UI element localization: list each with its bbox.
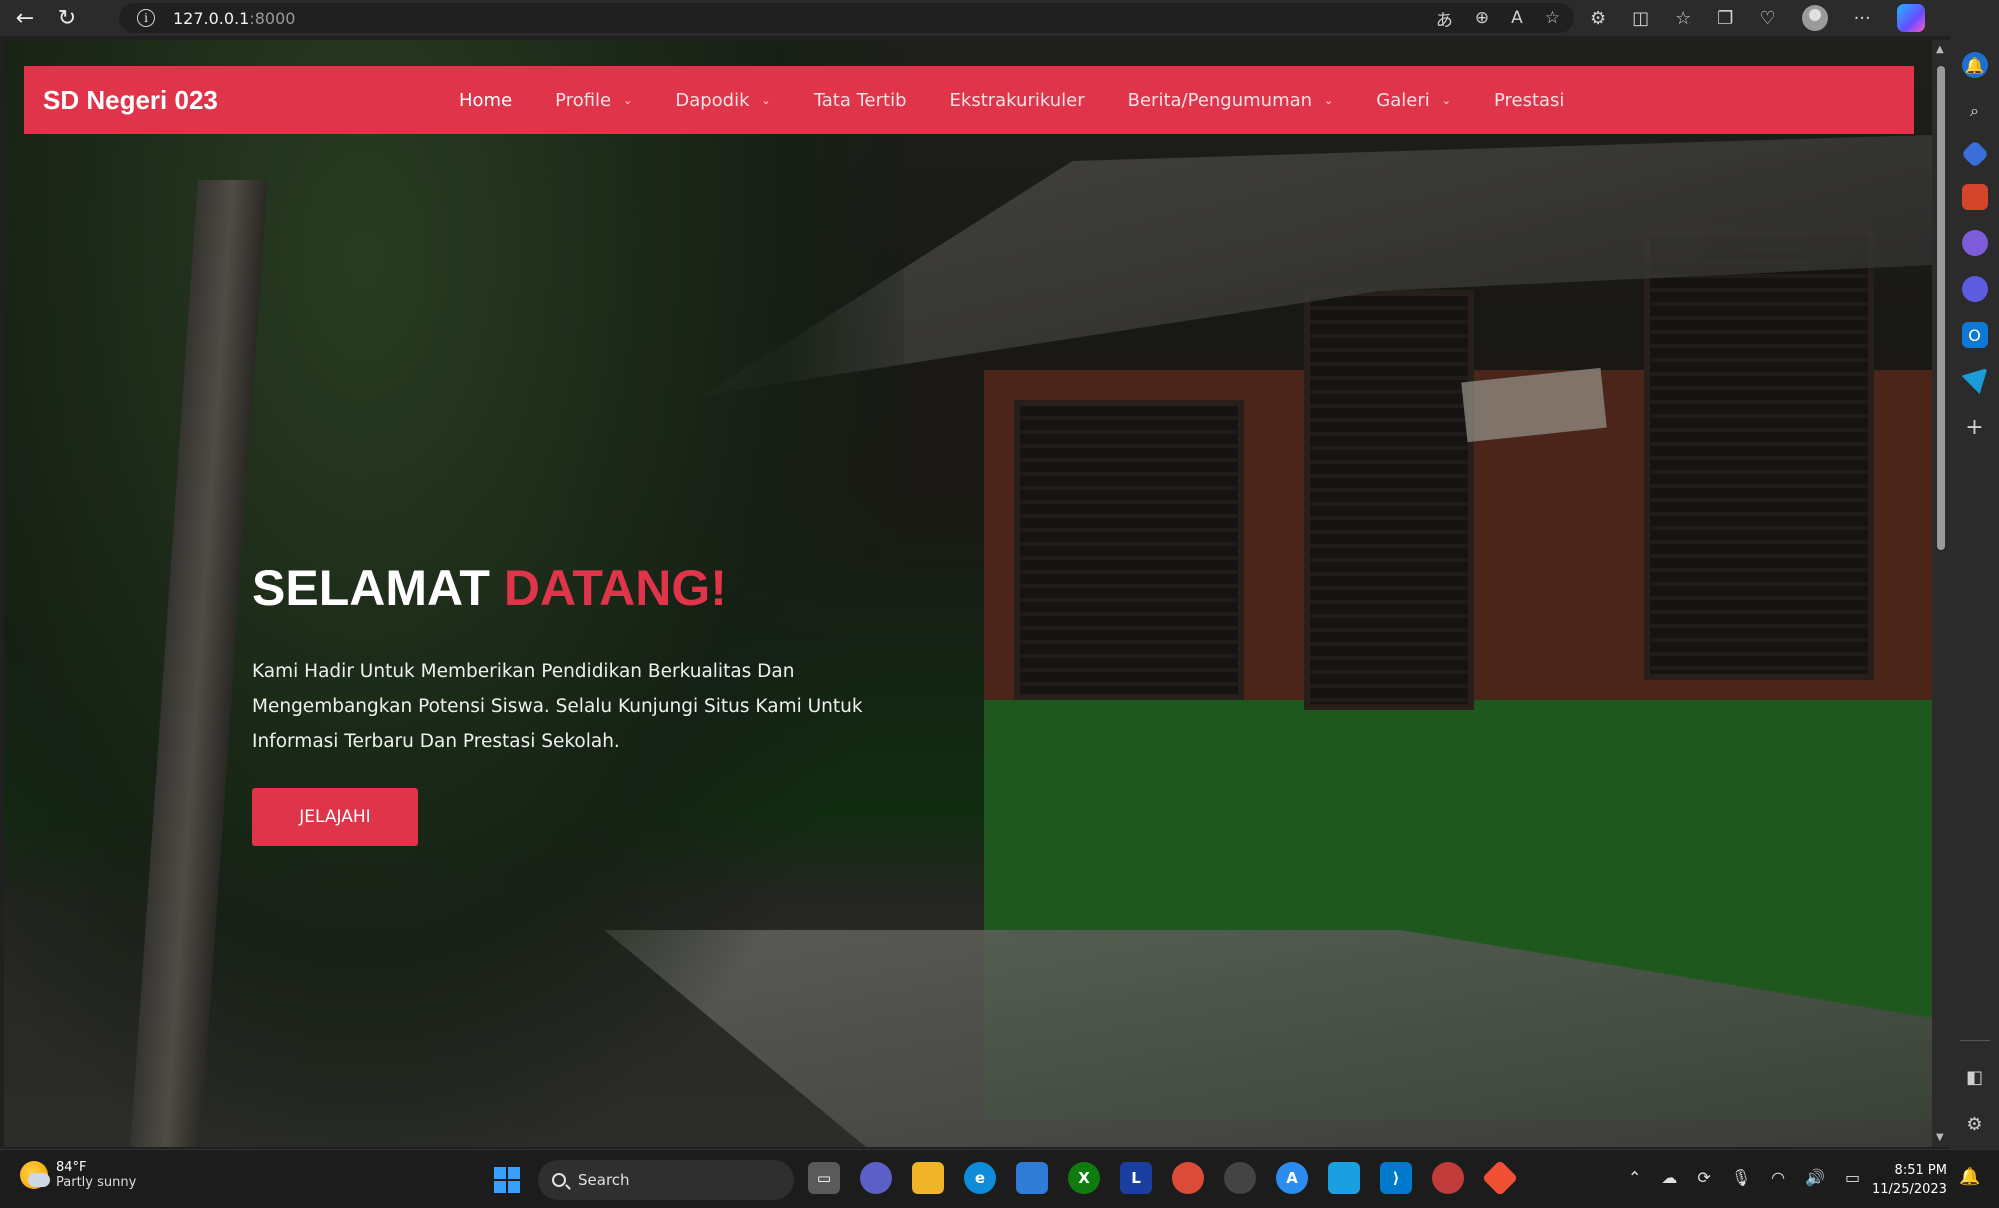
hero-description: Kami Hadir Untuk Memberikan Pendidikan B…	[252, 661, 863, 752]
taskbar-clock[interactable]: 8:51 PM 11/25/2023	[1872, 1161, 1947, 1199]
app-a-icon[interactable]: A	[1276, 1162, 1308, 1194]
sidebar-toggle-icon[interactable]: ◧	[1966, 1067, 1983, 1088]
scroll-down-icon[interactable]: ▼	[1936, 1132, 1944, 1143]
search-icon[interactable]: ⌕	[1962, 98, 1988, 124]
nav-item-dapodik[interactable]: Dapodik ⌄	[675, 90, 770, 111]
site-info-icon[interactable]: i	[137, 9, 155, 27]
shopping-icon[interactable]	[1960, 139, 1989, 169]
task-view-icon[interactable]: ▭	[808, 1162, 840, 1194]
search-label: Search	[578, 1171, 630, 1189]
chrome-icon[interactable]	[1172, 1162, 1204, 1194]
sync-icon[interactable]: ⟳	[1697, 1168, 1710, 1187]
read-aloud-icon[interactable]: A	[1511, 8, 1523, 28]
split-screen-icon[interactable]: ◫	[1632, 8, 1649, 29]
file-explorer-icon[interactable]	[912, 1162, 944, 1194]
copilot-icon[interactable]	[1896, 4, 1925, 32]
favorites-icon[interactable]: ☆	[1675, 8, 1691, 29]
nav-menu: Home Profile ⌄ Dapodik ⌄ Tata Tertib Ekstr…	[459, 66, 1607, 134]
office-icon[interactable]	[1961, 276, 1988, 302]
scroll-up-icon[interactable]: ▲	[1936, 44, 1944, 55]
explore-button[interactable]: JELAJAHI	[252, 788, 418, 846]
nav-item-profile[interactable]: Profile ⌄	[555, 90, 632, 111]
settings-gear-icon[interactable]: ⚙	[1966, 1114, 1982, 1135]
nav-item-prestasi[interactable]: Prestasi	[1494, 90, 1564, 111]
windows-taskbar: 84°F Partly sunny Search ▭ e X L A ⟩ ⌃ ☁…	[0, 1149, 1999, 1208]
app-blue-icon[interactable]	[1328, 1162, 1360, 1194]
taskbar-apps: ▭ e X L A ⟩	[808, 1159, 1519, 1197]
scrollbar-thumb[interactable]	[1937, 66, 1945, 550]
notification-bell-icon[interactable]: 🔔	[1959, 1167, 1980, 1187]
browser-toolbar: ← ↻ i 127.0.0.1:8000 あ ⊕ A ☆ ⚙ ◫ ☆ ❐ ♡ ·…	[0, 0, 1999, 36]
back-icon[interactable]: ←	[8, 3, 42, 33]
partly-sunny-icon	[20, 1161, 50, 1189]
l-app-icon[interactable]: L	[1120, 1162, 1152, 1194]
nav-item-tata-tertib[interactable]: Tata Tertib	[814, 90, 907, 111]
search-icon	[552, 1173, 566, 1187]
games-icon[interactable]	[1961, 230, 1988, 256]
url-port: :8000	[249, 8, 296, 28]
chrome-profile-icon[interactable]	[1432, 1162, 1464, 1194]
extensions-icon[interactable]: ⚙	[1590, 8, 1606, 29]
vscode-icon[interactable]: ⟩	[1380, 1162, 1412, 1194]
chevron-down-icon: ⌄	[1441, 93, 1451, 107]
weather-description: Partly sunny	[56, 1175, 137, 1190]
add-icon[interactable]: +	[1962, 414, 1988, 440]
favorite-star-icon[interactable]: ☆	[1545, 8, 1560, 28]
teams-icon[interactable]	[860, 1162, 892, 1194]
xbox-icon[interactable]: X	[1068, 1162, 1100, 1194]
windows-start-icon[interactable]	[494, 1167, 520, 1193]
nav-item-galeri[interactable]: Galeri ⌄	[1376, 90, 1451, 111]
refresh-icon[interactable]: ↻	[50, 3, 84, 33]
chevron-down-icon: ⌄	[623, 93, 633, 107]
page-scrollbar[interactable]: ▲ ▼	[1932, 40, 1950, 1147]
url-host: 127.0.0.1	[173, 8, 250, 28]
more-options-icon[interactable]: ···	[1854, 8, 1871, 29]
weather-widget[interactable]: 84°F Partly sunny	[20, 1160, 136, 1190]
translate-icon[interactable]: あ	[1436, 6, 1453, 31]
notifications-icon[interactable]: 🔔	[1961, 52, 1988, 78]
collections-icon[interactable]: ❐	[1717, 8, 1733, 29]
battery-icon[interactable]: ▭	[1845, 1168, 1860, 1187]
volume-icon[interactable]: 🔊	[1805, 1168, 1825, 1187]
drop-icon[interactable]	[1961, 368, 1988, 394]
tools-icon[interactable]	[1961, 184, 1988, 210]
wifi-icon[interactable]: ◠	[1771, 1168, 1785, 1187]
weather-temperature: 84°F	[56, 1160, 87, 1175]
address-bar[interactable]: i 127.0.0.1:8000 あ ⊕ A ☆	[119, 3, 1574, 33]
hero-title: SELAMAT DATANG!	[252, 560, 727, 616]
git-icon[interactable]	[1481, 1159, 1519, 1197]
obs-icon[interactable]	[1224, 1162, 1256, 1194]
onedrive-icon[interactable]: ☁	[1661, 1168, 1677, 1187]
taskbar-search[interactable]: Search	[538, 1160, 794, 1200]
profile-avatar[interactable]	[1801, 5, 1828, 31]
chevron-down-icon: ⌄	[761, 93, 771, 107]
outlook-icon[interactable]: O	[1961, 322, 1988, 348]
chevron-down-icon: ⌄	[1324, 93, 1334, 107]
browser-essentials-icon[interactable]: ♡	[1759, 8, 1775, 29]
browser-sidebar: 🔔 ⌕ O + ◧ ⚙	[1950, 36, 1999, 1149]
system-tray: ⌃ ☁ ⟳ 🎙 ◠ 🔊 ▭	[1628, 1168, 1860, 1187]
nav-item-ekstrakurikuler[interactable]: Ekstrakurikuler	[950, 90, 1085, 111]
clock-time: 8:51 PM	[1894, 1163, 1947, 1178]
zoom-icon[interactable]: ⊕	[1475, 8, 1489, 28]
edge-icon[interactable]: e	[964, 1162, 996, 1194]
store-icon[interactable]	[1016, 1162, 1048, 1194]
clock-date: 11/25/2023	[1872, 1182, 1947, 1197]
nav-item-berita[interactable]: Berita/Pengumuman ⌄	[1128, 90, 1334, 111]
site-brand[interactable]: SD Negeri 023	[43, 85, 218, 116]
chevron-up-icon[interactable]: ⌃	[1628, 1168, 1641, 1187]
site-navbar: SD Negeri 023 Home Profile ⌄ Dapodik ⌄ Tat…	[24, 66, 1914, 134]
nav-item-home[interactable]: Home	[459, 90, 512, 111]
microphone-icon[interactable]: 🎙	[1731, 1168, 1751, 1187]
page-viewport: SD Negeri 023 Home Profile ⌄ Dapodik ⌄ Tat…	[4, 40, 1932, 1147]
